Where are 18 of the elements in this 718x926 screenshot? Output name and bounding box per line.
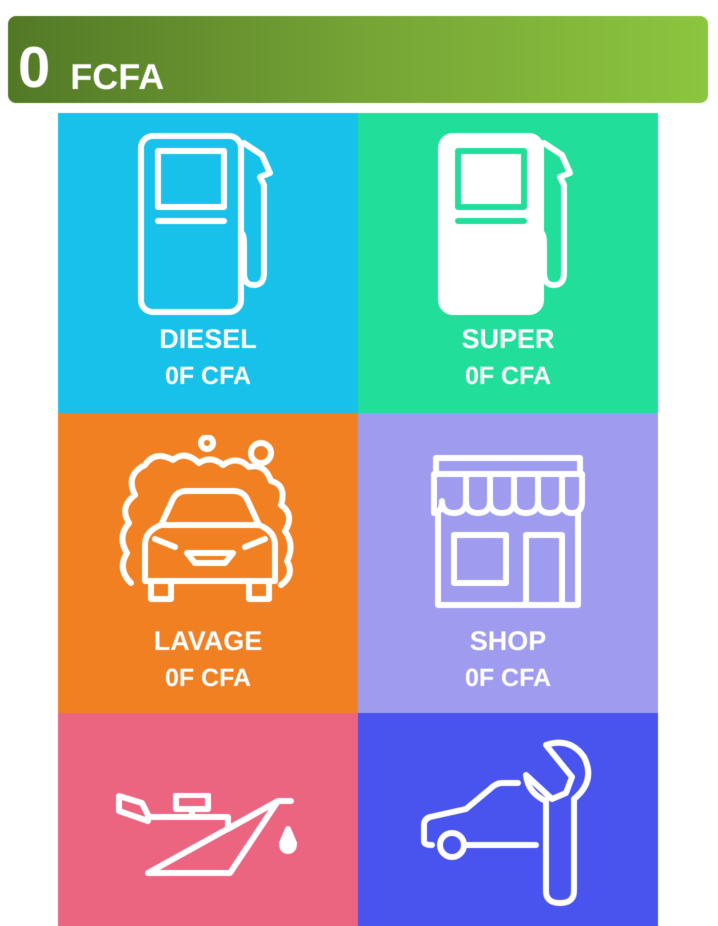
storefront-icon: [428, 455, 588, 609]
balance-currency: FCFA: [70, 59, 164, 95]
category-label: LAVAGE: [154, 625, 262, 658]
category-label: DIESEL: [159, 323, 257, 356]
balance-amount: 0: [18, 39, 50, 97]
category-amount: 0F CFA: [464, 663, 552, 694]
category-amount: 0F CFA: [464, 361, 552, 392]
category-label: SUPER: [461, 323, 555, 356]
category-amount: 0F CFA: [164, 663, 252, 694]
category-tile[interactable]: [58, 713, 358, 926]
category-tile[interactable]: [358, 713, 658, 926]
category-tile[interactable]: DIESEL 0F CFA: [58, 113, 358, 413]
category-tile[interactable]: SHOP 0F CFA: [358, 413, 658, 713]
oil-can-icon: [116, 793, 300, 879]
category-label: SHOP: [470, 625, 546, 658]
category-tile[interactable]: SUPER 0F CFA: [358, 113, 658, 413]
category-tile[interactable]: LAVAGE 0F CFA: [58, 413, 358, 713]
category-amount: 0F CFA: [164, 361, 252, 392]
